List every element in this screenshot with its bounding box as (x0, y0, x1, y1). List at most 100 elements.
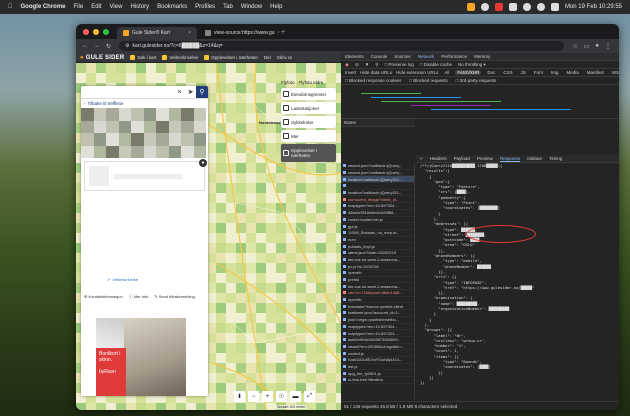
layer-nearby-experiences[interactable]: Opplevelser i nærheten (281, 144, 336, 162)
reload-icon[interactable]: ↻ (106, 43, 111, 50)
request-row[interactable]: cornucred_image?client_id... (341, 196, 414, 204)
menu-item-help[interactable]: Help (270, 4, 282, 10)
fullscreen-icon[interactable]: ⤢ (304, 391, 315, 402)
menu-item-file[interactable]: File (74, 4, 84, 10)
layers-icon[interactable]: ▬ (290, 391, 301, 402)
maximize-window-button[interactable] (103, 29, 109, 35)
devtools-tab-network[interactable]: Network (418, 54, 435, 59)
menu-item-bookmarks[interactable]: Bookmarks (157, 4, 187, 10)
nav-search-map[interactable]: Søk i kart (130, 55, 156, 60)
layer-flyfoto[interactable]: Flyfoto (281, 80, 295, 88)
compass-icon[interactable]: ☉ (276, 391, 287, 402)
menubar-clock[interactable]: Mon 19 Feb 10:29:55 (565, 4, 622, 10)
request-row[interactable]: num (341, 237, 414, 244)
menu-item-edit[interactable]: Edit (91, 4, 101, 10)
layer-flyfoto-eldre[interactable]: Flyfoto eldre (299, 80, 324, 88)
record-icon[interactable] (494, 3, 503, 11)
request-row[interactable]: latest.json?date=20240219 (341, 250, 414, 257)
extensions-icon[interactable]: ▭ (584, 43, 590, 50)
filter-chip-img[interactable]: Img (549, 70, 561, 75)
request-row[interactable]: search.json?callback=jQuery... (341, 170, 414, 177)
devtools-tab-performance[interactable]: Performance (441, 54, 467, 59)
nav-print[interactable]: Skriv ut (277, 55, 292, 60)
wifi-icon[interactable] (522, 3, 531, 11)
zoom-in-button[interactable]: + (262, 391, 273, 402)
detail-tab-timing[interactable]: Timing (549, 156, 562, 161)
app-name[interactable]: Google Chrome (21, 4, 66, 10)
gear-icon[interactable] (480, 3, 489, 11)
devtools-tab-console[interactable]: Console (371, 54, 388, 59)
locate-icon[interactable]: ➤ (185, 88, 196, 96)
blocked-requests-checkbox[interactable]: □ Blocked requests (409, 78, 448, 83)
contact-info-link[interactable]: ✉ Kontaktinformasjon (84, 294, 123, 300)
search-icon[interactable] (536, 3, 545, 11)
disable-cache-checkbox[interactable]: □ Disable cache (420, 62, 452, 67)
address-bar[interactable]: ⚙ kart.gulesider.no/?c=6█████&z=14&q= (119, 41, 565, 51)
detail-tab-initiator[interactable]: Initiator (527, 156, 542, 161)
filter-option-1[interactable]: Hide data URLs (360, 70, 392, 75)
star-icon[interactable]: ☆ (572, 43, 577, 50)
request-row[interactable]: json?origin=publishersetbo... (341, 317, 414, 324)
request-row[interactable]: maptypes?rev=10.697324... (341, 330, 414, 337)
directions-link[interactable]: ➚ Veibeskrivelse (107, 277, 138, 282)
map-pin-icon[interactable]: ● (199, 159, 207, 167)
battery-icon[interactable] (508, 3, 517, 11)
zoom-out-button[interactable]: − (248, 391, 259, 402)
request-row[interactable]: seaad?en=20080&ct=kgdi&e=... (341, 344, 414, 351)
filter-option-2[interactable]: Hide extension URLs (396, 70, 438, 75)
nav-share[interactable]: Del (264, 55, 271, 60)
request-row[interactable]: bkr.cue.su-west-1.amazona... (341, 257, 414, 264)
layer-charging-stations[interactable]: Ladestasjoner (281, 102, 336, 114)
status-app-icon[interactable] (466, 3, 475, 11)
control-center-icon[interactable] (550, 3, 559, 11)
request-row[interactable]: search.json?callback=jQuery... (341, 163, 414, 170)
detail-tab-payload[interactable]: Payload (454, 156, 470, 161)
filter-chip-css[interactable]: CSS (501, 70, 514, 75)
filter-icon[interactable]: ▼ (365, 62, 369, 67)
response-preview[interactable]: /**/jQuery2110██████████_1708█████({ "re… (416, 163, 619, 399)
layer-more[interactable]: Mer (281, 130, 336, 142)
request-row[interactable]: prebid (341, 277, 414, 284)
request-row[interactable]: 11580_Bokstav_no_mep.st... (341, 230, 414, 237)
layer-property-borders[interactable]: Eiendomsgrenser (281, 88, 336, 100)
request-row[interactable]: apg_the_fy0501.js (341, 370, 414, 377)
network-timeline[interactable] (341, 85, 619, 119)
close-icon[interactable]: × (188, 30, 191, 36)
third-party-checkbox[interactable]: □ 3rd-party requests (456, 78, 497, 83)
more-info-link[interactable]: ⓘ Mer info (129, 294, 149, 300)
request-row[interactable]: d6fa2e951bb8e4c3d0f8f8... (341, 210, 414, 217)
minimize-window-button[interactable] (93, 29, 99, 35)
menu-item-view[interactable]: View (110, 4, 123, 10)
devtools-tab-memory[interactable]: Memory (474, 54, 490, 59)
filter-chip-ws[interactable]: WS (610, 70, 619, 75)
request-row[interactable]: sodecf.js (341, 350, 414, 357)
request-row[interactable]: faatlame.json?account_id=1... (341, 310, 414, 317)
advertisement[interactable]: Bordkort i skinn. byRavn (96, 318, 186, 396)
clear-icon[interactable]: ⊘ (355, 62, 359, 68)
filter-chip-media[interactable]: Media (564, 70, 580, 75)
request-row[interactable]: cdn?v=1766&pref=4b6c1468... (341, 290, 414, 297)
filter-chip-all[interactable]: All (442, 70, 451, 75)
close-icon[interactable]: × (278, 30, 279, 36)
detail-tab-headers[interactable]: Headers (430, 156, 447, 161)
nav-directions[interactable]: Veibeskrivelse (162, 55, 198, 60)
close-window-button[interactable] (83, 29, 89, 35)
request-row[interactable]: pubads_impl.js (341, 243, 414, 250)
filter-chip-font[interactable]: Font (532, 70, 545, 75)
menu-item-window[interactable]: Window (241, 4, 262, 10)
request-row[interactable]: Kadi11DU0EXxFlOuNdj4413... (341, 357, 414, 364)
name-column-header[interactable]: Name (344, 120, 356, 125)
request-row[interactable] (341, 183, 414, 190)
tab-gulesider-kart[interactable]: Gule Sider® Kart × (117, 27, 197, 39)
gulesider-logo[interactable]: ● GULE SIDER (80, 55, 124, 61)
nav-nearby[interactable]: Opplevelser i nærheten (204, 55, 258, 60)
request-row[interactable]: gpt.js (341, 223, 414, 230)
request-row[interactable]: maptypes?rev=10.697324... (341, 203, 414, 210)
listing-card[interactable]: ● (84, 159, 207, 191)
search-icon[interactable]: ⚲ (375, 62, 378, 68)
devtools-tab-elements[interactable]: Elements (345, 54, 364, 59)
menu-item-history[interactable]: History (130, 4, 149, 10)
tab-view-source[interactable]: view-source:https://www.gu × (199, 27, 279, 39)
apple-icon[interactable]:  (8, 4, 13, 10)
send-feedback-link[interactable]: ✎ Send tilbakemelding (154, 294, 195, 300)
